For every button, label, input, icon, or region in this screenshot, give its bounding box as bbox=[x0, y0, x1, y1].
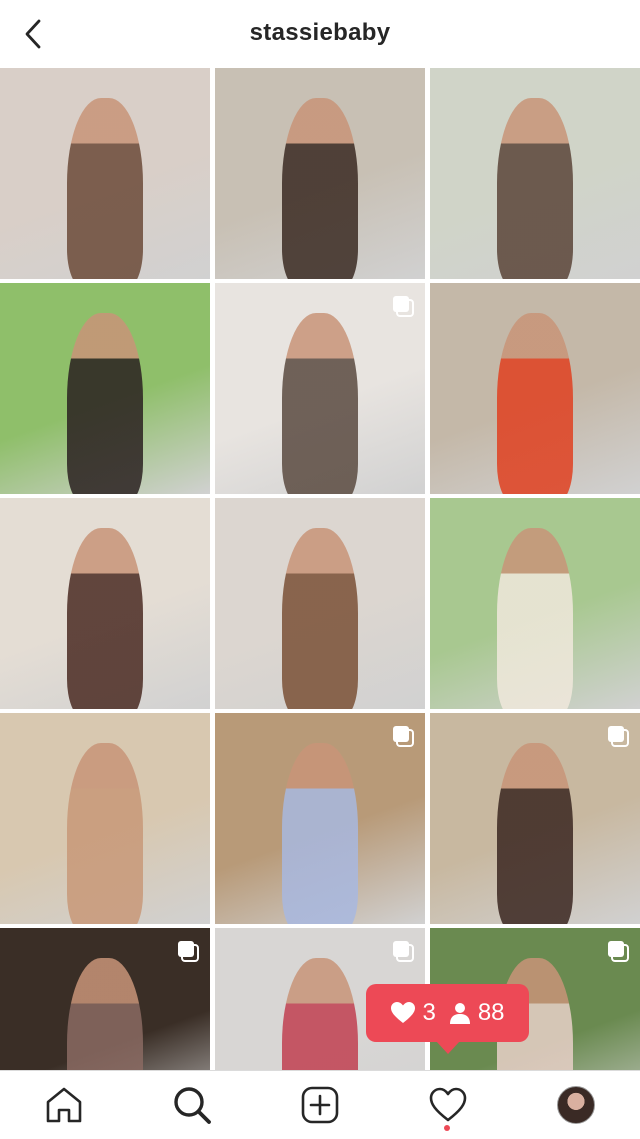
photo-subject bbox=[497, 312, 573, 494]
post-thumbnail[interactable] bbox=[215, 68, 425, 279]
likes-count-group: 3 bbox=[390, 999, 436, 1027]
profile-username: stassiebaby bbox=[249, 19, 391, 46]
tab-home[interactable] bbox=[44, 1085, 84, 1125]
activity-badge-dot bbox=[444, 1125, 450, 1131]
post-thumbnail[interactable] bbox=[430, 68, 640, 279]
carousel-icon bbox=[393, 726, 414, 747]
profile-avatar bbox=[557, 1086, 595, 1124]
home-icon bbox=[46, 1087, 82, 1123]
follows-count-group: 88 bbox=[448, 999, 505, 1027]
heart-outline-icon bbox=[429, 1087, 467, 1122]
bottom-tab-bar bbox=[0, 1070, 640, 1139]
search-icon bbox=[174, 1087, 211, 1124]
post-thumbnail[interactable] bbox=[0, 68, 210, 279]
activity-notification-bubble[interactable]: 3 88 bbox=[366, 984, 529, 1054]
top-bar: stassiebaby bbox=[0, 0, 640, 68]
post-thumbnail[interactable] bbox=[0, 283, 210, 494]
tab-activity[interactable] bbox=[428, 1085, 468, 1125]
photo-subject bbox=[67, 527, 143, 709]
photo-subject bbox=[497, 527, 573, 709]
tab-new-post[interactable] bbox=[300, 1085, 340, 1125]
photo-subject bbox=[282, 527, 358, 709]
photo-subject bbox=[67, 97, 143, 279]
post-thumbnail[interactable] bbox=[215, 713, 425, 924]
photo-subject bbox=[497, 97, 573, 279]
post-thumbnail[interactable] bbox=[430, 713, 640, 924]
post-thumbnail[interactable] bbox=[215, 283, 425, 494]
likes-count: 3 bbox=[422, 999, 436, 1026]
carousel-icon bbox=[608, 941, 629, 962]
post-thumbnail[interactable] bbox=[0, 713, 210, 924]
carousel-icon bbox=[608, 726, 629, 747]
photo-subject bbox=[497, 742, 573, 924]
photo-subject bbox=[282, 97, 358, 279]
new-post-icon bbox=[301, 1086, 339, 1124]
person-icon bbox=[449, 1003, 470, 1024]
photo-subject bbox=[67, 742, 143, 924]
post-thumbnail[interactable] bbox=[430, 498, 640, 709]
follows-count: 88 bbox=[477, 999, 505, 1026]
tab-profile[interactable] bbox=[556, 1085, 596, 1125]
posts-grid bbox=[0, 68, 640, 1070]
photo-subject bbox=[67, 312, 143, 494]
photo-subject bbox=[282, 742, 358, 924]
carousel-icon bbox=[393, 941, 414, 962]
post-thumbnail[interactable] bbox=[215, 498, 425, 709]
carousel-icon bbox=[178, 941, 199, 962]
post-thumbnail[interactable] bbox=[430, 283, 640, 494]
carousel-icon bbox=[393, 296, 414, 317]
tab-search[interactable] bbox=[172, 1085, 212, 1125]
post-thumbnail[interactable] bbox=[0, 928, 210, 1070]
post-thumbnail[interactable] bbox=[0, 498, 210, 709]
heart-filled-icon bbox=[391, 1002, 416, 1023]
photo-subject bbox=[282, 312, 358, 494]
